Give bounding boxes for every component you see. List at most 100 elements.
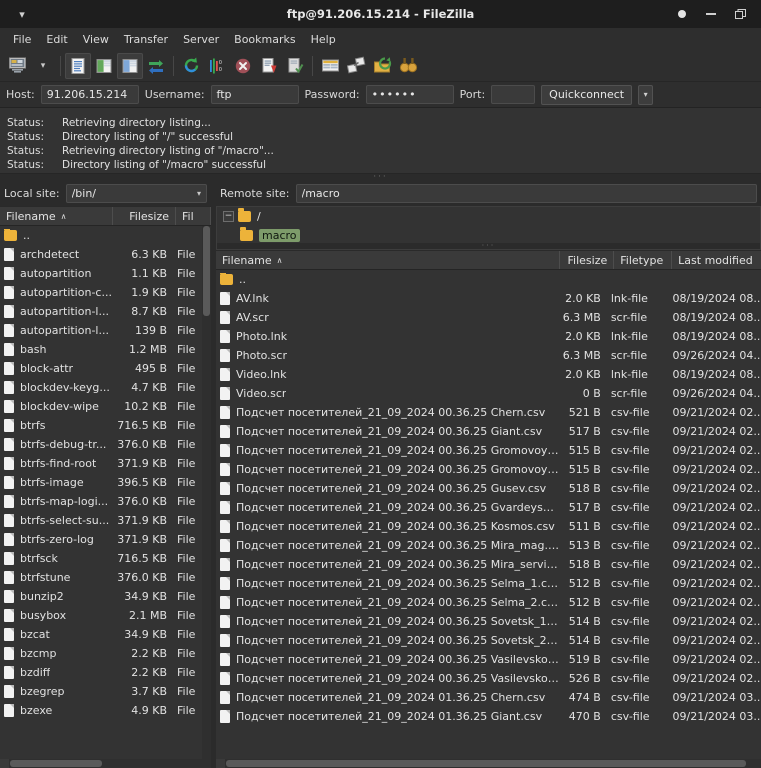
cancel-icon[interactable] <box>230 53 256 79</box>
host-input[interactable]: 91.206.15.214 <box>41 85 139 104</box>
synchronized-browsing-icon[interactable] <box>369 53 395 79</box>
message-log[interactable]: Status: Retrieving directory listing... … <box>0 108 761 174</box>
table-row[interactable]: Подсчет посетителей_21_09_2024 00.36.25 … <box>216 422 761 441</box>
table-row[interactable]: btrfstune376.0 KBFile <box>0 568 211 587</box>
table-row[interactable]: Photo.scr6.3 MBscr-file09/26/2024 04... <box>216 346 761 365</box>
table-row[interactable]: Подсчет посетителей_21_09_2024 00.36.25 … <box>216 479 761 498</box>
table-row[interactable]: btrfs-zero-log371.9 KBFile <box>0 530 211 549</box>
table-row[interactable]: bunzip234.9 KBFile <box>0 587 211 606</box>
table-row[interactable]: btrfs-select-su...371.9 KBFile <box>0 511 211 530</box>
quickconnect-dropdown-icon[interactable]: ▾ <box>638 85 653 105</box>
site-manager-icon[interactable] <box>4 53 30 79</box>
toggle-transfer-queue-icon[interactable] <box>143 53 169 79</box>
table-row[interactable]: autopartition1.1 KBFile <box>0 264 211 283</box>
toggle-message-log-icon[interactable] <box>65 53 91 79</box>
table-row[interactable]: Подсчет посетителей_21_09_2024 00.36.25 … <box>216 650 761 669</box>
table-row[interactable]: archdetect6.3 KBFile <box>0 245 211 264</box>
table-row[interactable]: bzdiff2.2 KBFile <box>0 663 211 682</box>
local-site-input[interactable]: /bin/ ▾ <box>66 184 207 203</box>
remote-site-input[interactable]: /macro <box>296 184 757 203</box>
toggle-local-tree-icon[interactable] <box>91 53 117 79</box>
tree-node-root[interactable]: − / <box>217 207 760 226</box>
local-vertical-scrollbar[interactable] <box>202 226 211 759</box>
port-input[interactable] <box>491 85 535 104</box>
table-row[interactable]: Подсчет посетителей_21_09_2024 01.36.25 … <box>216 688 761 707</box>
remote-col-last-modified[interactable]: Last modified <box>672 251 761 269</box>
password-input[interactable]: •••••• <box>366 85 454 104</box>
table-row[interactable]: Подсчет посетителей_21_09_2024 01.36.25 … <box>216 707 761 726</box>
table-row[interactable]: btrfs-image396.5 KBFile <box>0 473 211 492</box>
remote-hscroll-left-arrow[interactable] <box>216 759 225 768</box>
process-queue-icon[interactable]: 0 0 <box>204 53 230 79</box>
menu-help[interactable]: Help <box>304 31 343 48</box>
table-row[interactable]: bash1.2 MBFile <box>0 340 211 359</box>
filter-icon[interactable] <box>317 53 343 79</box>
local-hscroll-left-arrow[interactable] <box>0 759 9 768</box>
tree-expander-icon[interactable]: − <box>223 211 234 222</box>
remote-directory-tree[interactable]: − / macro ‧‧‧ <box>216 206 761 250</box>
remote-hscroll-thumb[interactable] <box>226 760 746 767</box>
table-row[interactable]: Подсчет посетителей_21_09_2024 00.36.25 … <box>216 517 761 536</box>
maximize-restore-button[interactable] <box>733 7 747 21</box>
table-row[interactable]: Подсчет посетителей_21_09_2024 00.36.25 … <box>216 593 761 612</box>
table-row[interactable]: Подсчет посетителей_21_09_2024 00.36.25 … <box>216 498 761 517</box>
local-col-filesize[interactable]: Filesize <box>113 207 176 225</box>
local-hscroll-thumb[interactable] <box>10 760 102 767</box>
table-row[interactable]: autopartition-l...8.7 KBFile <box>0 302 211 321</box>
window-dot-icon[interactable] <box>675 7 689 21</box>
table-row[interactable]: Подсчет посетителей_21_09_2024 00.36.25 … <box>216 631 761 650</box>
table-row[interactable]: bzegrep3.7 KBFile <box>0 682 211 701</box>
menu-server[interactable]: Server <box>176 31 226 48</box>
remote-horizontal-scrollbar[interactable] <box>216 759 761 768</box>
table-row[interactable]: bzexe4.9 KBFile <box>0 701 211 720</box>
local-col-filename[interactable]: Filename∧ <box>0 207 113 225</box>
chevron-down-icon[interactable]: ▾ <box>193 189 201 198</box>
refresh-icon[interactable] <box>178 53 204 79</box>
find-files-icon[interactable] <box>395 53 421 79</box>
table-row[interactable]: .. <box>0 226 211 245</box>
table-row[interactable]: btrfs-find-root371.9 KBFile <box>0 454 211 473</box>
disconnect-icon[interactable] <box>256 53 282 79</box>
menu-view[interactable]: View <box>76 31 116 48</box>
username-input[interactable]: ftp <box>211 85 299 104</box>
table-row[interactable]: Подсчет посетителей_21_09_2024 00.36.25 … <box>216 441 761 460</box>
local-scroll-thumb[interactable] <box>203 226 210 316</box>
table-row[interactable]: busybox2.1 MBFile <box>0 606 211 625</box>
table-row[interactable]: btrfsck716.5 KBFile <box>0 549 211 568</box>
reconnect-icon[interactable] <box>282 53 308 79</box>
table-row[interactable]: blockdev-keyg...4.7 KBFile <box>0 378 211 397</box>
toggle-remote-tree-icon[interactable] <box>117 53 143 79</box>
menu-file[interactable]: File <box>6 31 38 48</box>
table-row[interactable]: AV.lnk2.0 KBlnk-file08/19/2024 08... <box>216 289 761 308</box>
remote-col-filetype[interactable]: Filetype <box>614 251 672 269</box>
table-row[interactable]: Подсчет посетителей_21_09_2024 00.36.25 … <box>216 536 761 555</box>
local-horizontal-scrollbar[interactable] <box>0 759 211 768</box>
table-row[interactable]: bzcmp2.2 KBFile <box>0 644 211 663</box>
table-row[interactable]: btrfs716.5 KBFile <box>0 416 211 435</box>
local-file-list[interactable]: ..archdetect6.3 KBFileautopartition1.1 K… <box>0 226 211 759</box>
site-manager-dropdown-icon[interactable]: ▾ <box>30 53 56 79</box>
table-row[interactable]: Photo.lnk2.0 KBlnk-file08/19/2024 08... <box>216 327 761 346</box>
table-row[interactable]: .. <box>216 270 761 289</box>
table-row[interactable]: btrfs-debug-tr...376.0 KBFile <box>0 435 211 454</box>
compare-directories-icon[interactable] <box>343 53 369 79</box>
remote-tree-splitter[interactable]: ‧‧‧ <box>217 243 760 249</box>
table-row[interactable]: Video.scr0 Bscr-file09/26/2024 04... <box>216 384 761 403</box>
table-row[interactable]: autopartition-l...139 BFile <box>0 321 211 340</box>
table-row[interactable]: Подсчет посетителей_21_09_2024 00.36.25 … <box>216 574 761 593</box>
table-row[interactable]: btrfs-map-logi...376.0 KBFile <box>0 492 211 511</box>
table-row[interactable]: Подсчет посетителей_21_09_2024 00.36.25 … <box>216 612 761 631</box>
table-row[interactable]: bzcat34.9 KBFile <box>0 625 211 644</box>
table-row[interactable]: block-attr495 BFile <box>0 359 211 378</box>
remote-col-filesize[interactable]: Filesize <box>560 251 614 269</box>
remote-col-filename[interactable]: Filename∧ <box>216 251 560 269</box>
remote-file-list[interactable]: ..AV.lnk2.0 KBlnk-file08/19/2024 08...AV… <box>216 270 761 759</box>
table-row[interactable]: autopartition-c...1.9 KBFile <box>0 283 211 302</box>
quickconnect-button[interactable]: Quickconnect <box>541 85 632 105</box>
menu-edit[interactable]: Edit <box>39 31 74 48</box>
table-row[interactable]: Подсчет посетителей_21_09_2024 00.36.25 … <box>216 669 761 688</box>
table-row[interactable]: blockdev-wipe10.2 KBFile <box>0 397 211 416</box>
table-row[interactable]: AV.scr6.3 MBscr-file08/19/2024 08... <box>216 308 761 327</box>
window-menu-button[interactable]: ▾ <box>0 8 44 21</box>
table-row[interactable]: Подсчет посетителей_21_09_2024 00.36.25 … <box>216 555 761 574</box>
